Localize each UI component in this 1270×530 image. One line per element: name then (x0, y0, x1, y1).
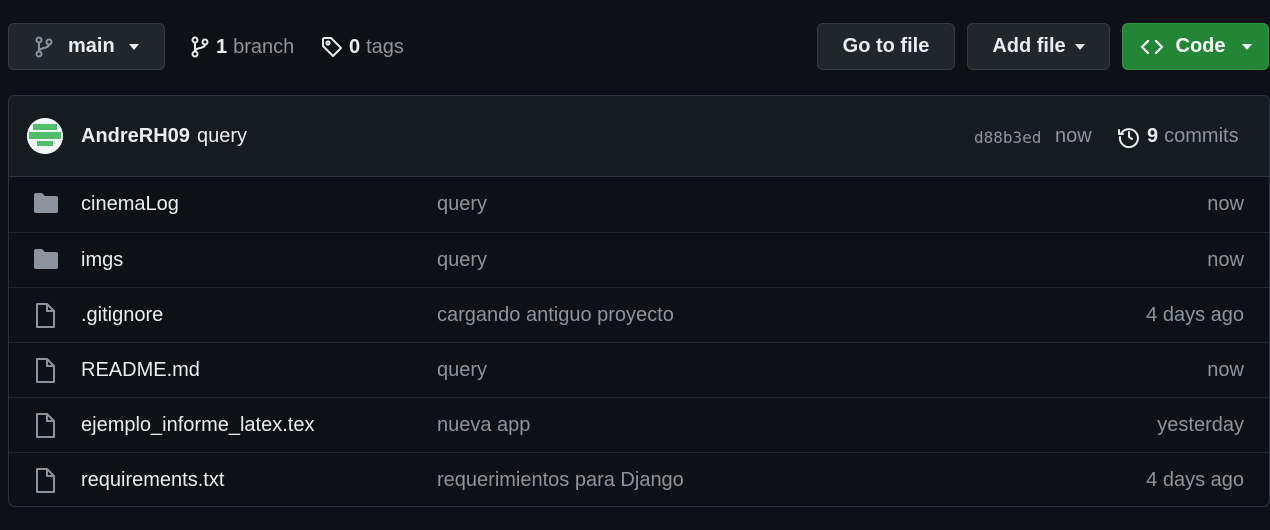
commit-hash[interactable]: d88b3ed (974, 96, 1041, 179)
folder-icon (33, 192, 59, 220)
file-name[interactable]: ejemplo_informe_latex.tex (81, 398, 314, 453)
file-name[interactable]: imgs (81, 233, 123, 288)
file-name[interactable]: requirements.txt (81, 453, 224, 506)
file-age: 4 days ago (1146, 304, 1244, 326)
tag-icon (321, 36, 343, 58)
file-list-box: AndreRH09 query d88b3ed now 9 commits ci… (8, 95, 1270, 507)
latest-commit-bar: AndreRH09 query d88b3ed now 9 commits (9, 96, 1269, 177)
add-file-button[interactable]: Add file (967, 23, 1110, 70)
commit-message[interactable]: query (197, 96, 247, 177)
file-row[interactable]: .gitignore cargando antiguo proyecto 4 d… (9, 287, 1269, 342)
file-age: yesterday (1157, 414, 1244, 436)
tag-label: tags (366, 35, 404, 58)
file-icon (33, 358, 57, 390)
code-button[interactable]: Code (1122, 23, 1269, 70)
commits-label: commits (1164, 125, 1239, 147)
commits-count: 9 (1147, 125, 1159, 147)
file-icon (33, 468, 57, 500)
file-row[interactable]: ejemplo_informe_latex.tex nueva app yest… (9, 397, 1269, 452)
file-commit-message[interactable]: query (437, 177, 487, 232)
file-name[interactable]: cinemaLog (81, 177, 179, 232)
chevron-down-icon (128, 43, 139, 50)
branch-name: main (68, 35, 115, 57)
go-to-file-button[interactable]: Go to file (817, 23, 955, 70)
branches-link[interactable]: 1 branch (190, 24, 294, 70)
file-row[interactable]: requirements.txt requerimientos para Dja… (9, 452, 1269, 506)
avatar[interactable] (27, 118, 63, 154)
file-icon (33, 303, 57, 335)
file-commit-message[interactable]: cargando antiguo proyecto (437, 288, 674, 343)
folder-icon (33, 248, 59, 276)
file-commit-message[interactable]: query (437, 233, 487, 288)
code-label: Code (1175, 35, 1226, 57)
file-name[interactable]: README.md (81, 343, 200, 398)
go-to-file-label: Go to file (842, 35, 930, 57)
git-branch-icon (190, 36, 210, 58)
file-row[interactable]: imgs query now (9, 232, 1269, 287)
branch-label: branch (233, 35, 295, 58)
file-age: now (1207, 249, 1244, 271)
file-age: now (1207, 359, 1244, 381)
history-icon (1117, 125, 1141, 149)
file-age: 4 days ago (1146, 469, 1244, 491)
tag-count: 0 (349, 35, 361, 58)
file-icon (33, 413, 57, 445)
branch-selector-button[interactable]: main (8, 23, 165, 70)
code-icon (1140, 39, 1164, 55)
commit-author[interactable]: AndreRH09 (81, 96, 190, 177)
git-branch-icon (34, 36, 54, 58)
file-commit-message[interactable]: requerimientos para Django (437, 453, 684, 506)
file-name[interactable]: .gitignore (81, 288, 163, 343)
chevron-down-icon (1241, 43, 1252, 50)
tags-link[interactable]: 0 tags (321, 24, 404, 70)
commits-link[interactable]: 9 commits (1117, 96, 1239, 177)
file-commit-message[interactable]: query (437, 343, 487, 398)
commit-time: now (1055, 125, 1092, 147)
chevron-down-icon (1074, 43, 1085, 50)
file-commit-message[interactable]: nueva app (437, 398, 530, 453)
add-file-label: Add file (992, 35, 1066, 57)
file-row[interactable]: cinemaLog query now (9, 177, 1269, 232)
file-row[interactable]: README.md query now (9, 342, 1269, 397)
branch-count: 1 (216, 35, 228, 58)
file-age: now (1207, 193, 1244, 215)
